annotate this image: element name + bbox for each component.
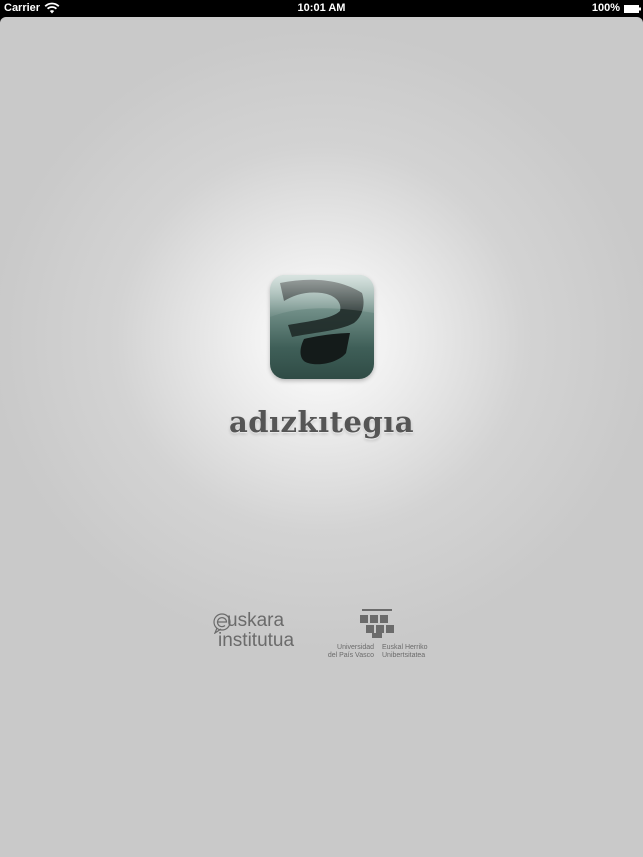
splash-screen: adızkıtegıa uskara institutua Universida…	[0, 17, 643, 857]
euskara-institutua-logo: uskara institutua	[212, 609, 316, 655]
status-bar: Carrier 10:01 AM 100%	[0, 0, 643, 17]
upv-left-line1: Universidad	[337, 644, 374, 651]
university-crest-icon	[360, 609, 396, 639]
upv-right-line1: Euskal Herriko	[382, 644, 428, 651]
battery-percentage: 100%	[591, 2, 620, 14]
app-title: adızkıtegıa	[228, 405, 415, 439]
letter-a-icon	[270, 275, 374, 379]
upv-right-line2: Unibertsitatea	[382, 652, 426, 659]
upv-basque-name: Euskal Herriko Unibertsitatea	[382, 644, 442, 660]
euskara-line2: institutua	[218, 630, 295, 651]
upv-left-line2: del País Vasco	[327, 652, 374, 659]
sponsor-logos: uskara institutua Universidad del País V	[212, 609, 442, 669]
battery-icon	[624, 4, 641, 13]
upv-spanish-name: Universidad del País Vasco	[324, 644, 374, 660]
upv-ehu-logo: Universidad del País Vasco Euskal Herrik…	[324, 609, 442, 669]
euskara-line1: uskara	[227, 610, 285, 631]
clock: 10:01 AM	[297, 2, 346, 14]
